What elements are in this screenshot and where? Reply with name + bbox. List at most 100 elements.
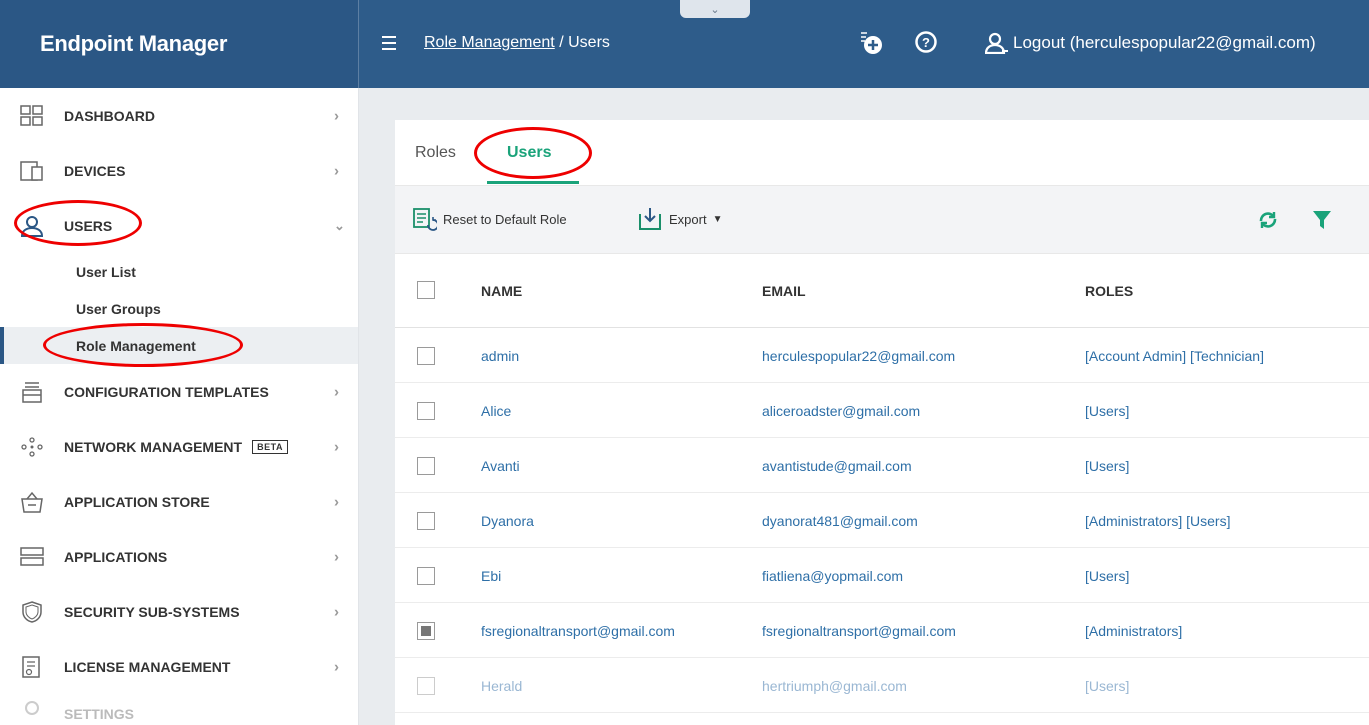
row-checkbox[interactable] [417,402,435,420]
table-row: Dyanora dyanorat481@gmail.com [Administr… [395,493,1369,548]
help-icon[interactable]: ? [914,30,938,60]
logout-label: Logout (herculespopular22@gmail.com) [1013,33,1316,52]
sidebar-item-label: DEVICES [64,162,126,179]
sidebar-item-license-management[interactable]: LICENSE MANAGEMENT › [0,639,358,694]
sidebar: DASHBOARD › DEVICES › USERS ⌄ User List … [0,88,359,725]
table-row: admin herculespopular22@gmail.com [Accou… [395,328,1369,383]
user-name-link[interactable]: Alice [481,403,511,419]
user-name-link[interactable]: admin [481,348,519,364]
chevron-down-icon: ⌄ [334,217,345,233]
shield-icon [22,600,42,623]
user-email: fsregionaltransport@gmail.com [762,623,956,639]
add-notification-icon[interactable] [858,30,884,62]
collapse-header-chevron-icon[interactable]: ⌄ [680,0,750,18]
chevron-right-icon: › [334,603,339,620]
store-icon [21,491,43,513]
beta-badge: BETA [252,439,288,454]
dashboard-icon [20,104,43,126]
column-header-name[interactable]: NAME [481,283,522,299]
chevron-right-icon: › [334,438,339,455]
row-checkbox[interactable] [417,457,435,475]
user-name-link[interactable]: fsregionaltransport@gmail.com [481,623,675,639]
sidebar-subitem-user-list[interactable]: User List [0,253,358,290]
sidebar-item-devices[interactable]: DEVICES › [0,143,358,198]
users-panel: Roles Users Reset to Default Role Export… [395,120,1369,725]
sidebar-item-label: APPLICATIONS [64,548,168,565]
user-name-link[interactable]: Avanti [481,458,520,474]
user-name-link[interactable]: Dyanora [481,513,534,529]
select-all-checkbox[interactable] [417,281,435,299]
chevron-right-icon: › [334,162,339,179]
sidebar-item-label: LICENSE MANAGEMENT [64,658,231,675]
tab-roles[interactable]: Roles [415,144,456,162]
chevron-right-icon: › [334,383,339,400]
sidebar-item-dashboard[interactable]: DASHBOARD › [0,88,358,143]
top-bar: Endpoint Manager Role Management / Users… [0,0,1369,88]
user-roles: [Users] [1085,403,1130,419]
user-email: aliceroadster@gmail.com [762,403,921,419]
license-icon [22,655,40,678]
svg-text:?: ? [922,35,930,50]
caret-down-icon: ▼ [712,213,723,225]
user-name-link[interactable]: Ebi [481,568,501,584]
table-row: Alice aliceroadster@gmail.com [Users] [395,383,1369,438]
reset-role-icon [413,208,437,231]
user-name-link[interactable]: Herald [481,678,522,694]
active-tab-indicator [487,181,579,184]
reset-to-default-role-button[interactable]: Reset to Default Role [411,206,567,232]
logout-button[interactable]: Logout (herculespopular22@gmail.com) [985,32,1316,54]
sidebar-item-label: DASHBOARD [64,107,155,124]
table-header: NAME EMAIL ROLES [395,254,1369,328]
export-label: Export [669,211,707,227]
user-roles: [Users] [1085,678,1130,694]
annotation-oval-role-management [43,323,243,367]
refresh-icon[interactable] [1257,209,1279,231]
user-roles: [Users] [1085,458,1130,474]
user-roles: [Account Admin] [Technician] [1085,348,1264,364]
sidebar-subitem-user-groups[interactable]: User Groups [0,290,358,327]
breadcrumb-current: Users [568,34,610,51]
sidebar-item-security-sub-systems[interactable]: SECURITY SUB-SYSTEMS › [0,584,358,639]
breadcrumb-role-management-link[interactable]: Role Management [424,34,555,51]
row-checkbox[interactable] [417,677,435,695]
annotation-oval-users-tab [474,127,592,179]
column-header-roles[interactable]: ROLES [1085,283,1133,299]
export-dropdown-button[interactable]: Export ▼ [637,206,722,232]
table-row: Avanti avantistude@gmail.com [Users] [395,438,1369,493]
user-icon [985,32,1008,54]
app-title: Endpoint Manager [0,0,359,88]
user-email: hertriumph@gmail.com [762,678,907,694]
reset-button-label: Reset to Default Role [443,211,567,227]
row-checkbox[interactable] [417,512,435,530]
sidebar-item-settings[interactable]: SETTINGS [0,694,358,724]
chevron-right-icon: › [334,493,339,510]
row-checkbox[interactable] [417,567,435,585]
sidebar-item-label: APPLICATION STORE [64,493,210,510]
user-email: fiatliena@yopmail.com [762,568,904,584]
settings-icon [25,701,39,715]
table-row: Herald hertriumph@gmail.com [Users] [395,658,1369,713]
sidebar-item-configuration-templates[interactable]: CONFIGURATION TEMPLATES › [0,364,358,419]
sidebar-item-application-store[interactable]: APPLICATION STORE › [0,474,358,529]
hamburger-menu-icon[interactable] [382,36,396,50]
table-row: fsregionaltransport@gmail.com fsregional… [395,603,1369,658]
filter-icon[interactable] [1311,209,1333,231]
row-checkbox-disabled[interactable] [417,622,435,640]
breadcrumb-separator: / [559,34,564,51]
devices-icon [20,160,43,181]
chevron-right-icon: › [334,658,339,675]
sidebar-item-label: SETTINGS [64,706,135,722]
sidebar-item-network-management[interactable]: NETWORK MANAGEMENT BETA › [0,419,358,474]
sidebar-item-applications[interactable]: APPLICATIONS › [0,529,358,584]
chevron-right-icon: › [334,107,339,124]
column-header-email[interactable]: EMAIL [762,283,806,299]
toolbar: Reset to Default Role Export ▼ [395,186,1369,254]
row-checkbox[interactable] [417,347,435,365]
chevron-right-icon: › [334,548,339,565]
sidebar-item-label: CONFIGURATION TEMPLATES [64,383,269,400]
user-roles: [Administrators] [Users] [1085,513,1231,529]
export-icon [639,208,661,230]
breadcrumb: Role Management / Users [424,34,610,52]
user-roles: [Users] [1085,568,1130,584]
table-row: Ebi fiatliena@yopmail.com [Users] [395,548,1369,603]
